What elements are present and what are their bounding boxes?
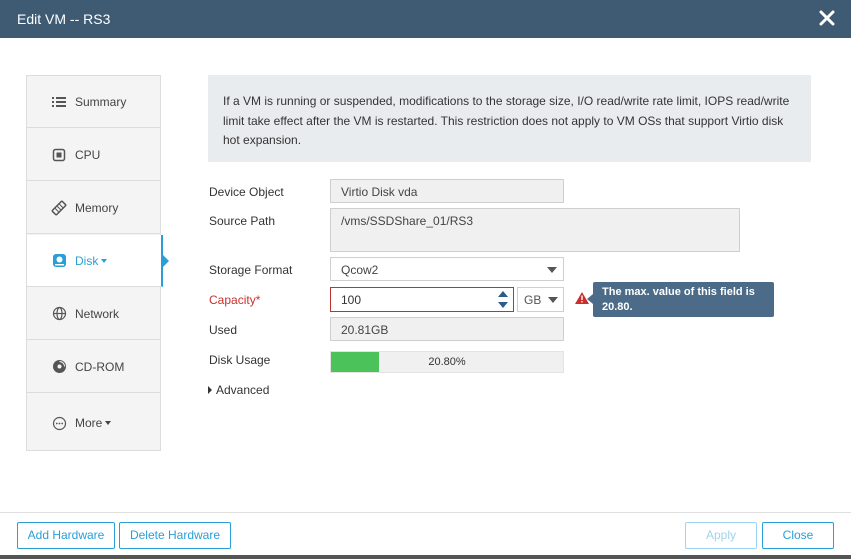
window-bottom-edge [0,555,851,559]
nav-item-label: Network [75,306,120,321]
nav-item-more[interactable]: More [27,397,160,449]
nav-item-summary[interactable]: Summary [27,76,160,128]
globe-icon [51,306,67,322]
storage-format-label: Storage Format [209,263,293,277]
device-object-label: Device Object [209,185,284,199]
used-field: 20.81GB [330,317,564,341]
delete-hardware-button[interactable]: Delete Hardware [119,522,231,549]
device-object-field: Virtio Disk vda [330,179,564,203]
chevron-down-icon [101,258,108,263]
nav-item-label: Summary [75,94,127,109]
cdrom-icon [51,359,67,375]
storage-format-select[interactable]: Qcow2 [330,257,564,281]
caret-right-icon [208,386,212,394]
capacity-input[interactable]: 100 [330,287,514,312]
disk-usage-label: Disk Usage [209,353,271,367]
storage-format-value: Qcow2 [341,263,379,277]
restart-notice: If a VM is running or suspended, modific… [208,75,811,162]
more-icon [51,415,67,431]
capacity-unit-select[interactable]: GB [517,287,564,312]
dialog-titlebar: Edit VM -- RS3 [0,0,851,38]
nav-item-network[interactable]: Network [27,288,160,340]
advanced-label: Advanced [216,383,270,397]
used-label: Used [209,323,238,337]
nav-item-label: CPU [75,147,101,162]
apply-button[interactable]: Apply [685,522,757,549]
capacity-value: 100 [341,293,362,307]
source-path-label: Source Path [209,214,276,228]
memory-icon [51,200,67,216]
disk-usage-percent: 20.80% [428,356,466,368]
close-icon[interactable] [817,8,837,28]
add-hardware-button[interactable]: Add Hardware [17,522,115,549]
chevron-down-icon [547,267,557,273]
chevron-down-icon [105,421,112,425]
nav-item-label: Memory [75,200,119,215]
close-button[interactable]: Close [762,522,834,549]
source-path-field: /vms/SSDShare_01/RS3 [330,208,740,252]
nav-item-memory[interactable]: Memory [27,182,160,234]
hardware-nav: Summary CPU Memory Disk Network CD-ROM M… [26,75,169,451]
nav-item-label: CD-ROM [75,359,125,374]
nav-item-label: More [75,416,103,430]
disk-usage-bar: 20.80% [330,351,564,373]
spin-up-icon[interactable] [498,291,508,297]
dialog-footer: Add Hardware Delete Hardware Apply Close [0,512,851,559]
list-icon [51,94,67,110]
cpu-icon [51,147,67,163]
capacity-unit-value: GB [524,293,542,307]
nav-item-cpu[interactable]: CPU [27,129,160,181]
dialog-title: Edit VM -- RS3 [17,11,111,27]
disk-icon [51,253,67,269]
capacity-label: Capacity* [209,293,261,307]
nav-item-disk[interactable]: Disk [27,235,169,287]
nav-item-label: Disk [75,253,99,268]
chevron-down-icon [548,297,558,303]
capacity-error-tooltip: The max. value of this field is 20.80. [587,282,774,317]
nav-item-cdrom[interactable]: CD-ROM [27,341,160,393]
advanced-toggle[interactable]: Advanced [208,383,269,397]
spin-down-icon[interactable] [498,302,508,308]
